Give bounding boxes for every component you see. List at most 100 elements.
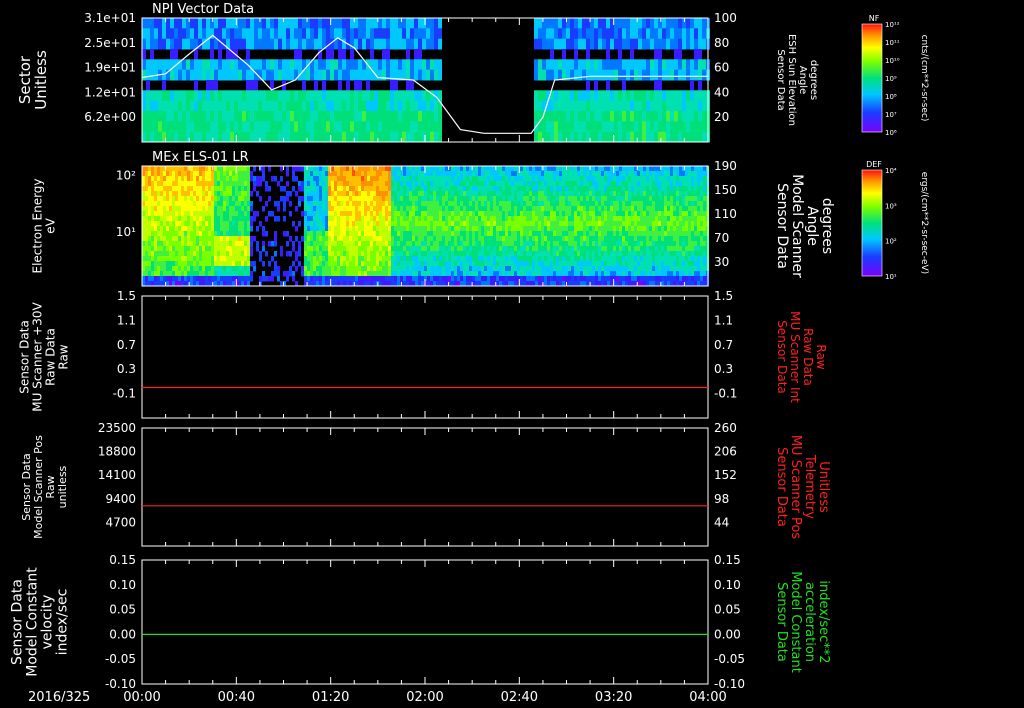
heatmap-cell <box>604 196 607 202</box>
heatmap-cell <box>427 271 430 277</box>
heatmap-cell <box>571 201 574 207</box>
heatmap-cell <box>583 276 586 282</box>
heatmap-cell <box>442 226 445 232</box>
heatmap-cell <box>493 211 496 217</box>
heatmap-cell <box>586 271 589 277</box>
heatmap-cell <box>169 276 172 282</box>
heatmap-cell <box>427 166 430 172</box>
heatmap-cell <box>457 166 460 172</box>
heatmap-cell <box>406 18 410 29</box>
heatmap-cell <box>550 171 553 177</box>
heatmap-cell <box>376 211 379 217</box>
heatmap-cell <box>211 276 214 282</box>
heatmap-cell <box>412 226 415 232</box>
heatmap-cell <box>205 271 208 277</box>
heatmap-cell <box>394 80 398 91</box>
heatmap-cell <box>241 221 244 227</box>
heatmap-cell <box>698 49 702 60</box>
heatmap-cell <box>547 246 550 252</box>
heatmap-cell <box>334 191 337 197</box>
heatmap-cell <box>601 221 604 227</box>
heatmap-cell <box>229 216 232 222</box>
heatmap-cell <box>475 236 478 242</box>
heatmap-cell <box>406 181 409 187</box>
heatmap-cell <box>640 271 643 277</box>
heatmap-cell <box>614 69 618 81</box>
heatmap-cell <box>412 231 415 237</box>
heatmap-cell <box>511 241 514 247</box>
heatmap-cell <box>250 221 253 227</box>
heatmap-cell <box>355 171 358 177</box>
heatmap-cell <box>631 201 634 207</box>
heatmap-cell <box>211 261 214 267</box>
heatmap-cell <box>466 171 469 177</box>
heatmap-cell <box>566 90 570 102</box>
heatmap-cell <box>481 251 484 257</box>
heatmap-cell <box>634 211 637 217</box>
heatmap-cell <box>466 186 469 192</box>
heatmap-cell <box>178 196 181 202</box>
heatmap-cell <box>606 49 610 60</box>
heatmap-cell <box>514 166 517 172</box>
heatmap-cell <box>172 246 175 252</box>
heatmap-cell <box>163 266 166 272</box>
heatmap-cell <box>631 166 634 172</box>
heatmap-cell <box>478 166 481 172</box>
heatmap-cell <box>316 201 319 207</box>
heatmap-cell <box>223 231 226 237</box>
heatmap-cell <box>454 261 457 267</box>
heatmap-cell <box>250 176 253 182</box>
heatmap-cell <box>484 236 487 242</box>
heatmap-cell <box>397 251 400 257</box>
heatmap-cell <box>502 206 505 212</box>
heatmap-cell <box>544 221 547 227</box>
heatmap-cell <box>448 206 451 212</box>
heatmap-cell <box>202 206 205 212</box>
heatmap-cell <box>670 38 674 50</box>
heatmap-cell <box>367 181 370 187</box>
heatmap-cell <box>598 191 601 197</box>
heatmap-cell <box>630 90 634 102</box>
heatmap-cell <box>160 251 163 257</box>
heatmap-cell <box>487 236 490 242</box>
heatmap-cell <box>178 18 182 29</box>
heatmap-cell <box>556 166 559 172</box>
heatmap-cell <box>322 111 326 122</box>
heatmap-cell <box>541 261 544 267</box>
heatmap-cell <box>484 176 487 182</box>
heatmap-cell <box>439 211 442 217</box>
heatmap-cell <box>550 181 553 187</box>
heatmap-cell <box>610 241 613 247</box>
heatmap-cell <box>385 191 388 197</box>
heatmap-cell <box>568 276 571 282</box>
heatmap-cell <box>424 246 427 252</box>
heatmap-cell <box>254 131 258 143</box>
heatmap-cell <box>550 191 553 197</box>
heatmap-cell <box>427 261 430 267</box>
heatmap-cell <box>244 231 247 237</box>
heatmap-cell <box>430 201 433 207</box>
heatmap-cell <box>241 201 244 207</box>
heatmap-cell <box>436 191 439 197</box>
heatmap-cell <box>478 181 481 187</box>
heatmap-cell <box>352 226 355 232</box>
heatmap-cell <box>426 38 430 50</box>
heatmap-cell <box>280 251 283 257</box>
heatmap-cell <box>619 176 622 182</box>
heatmap-cell <box>496 236 499 242</box>
heatmap-cell <box>247 256 250 262</box>
heatmap-cell <box>310 241 313 247</box>
heatmap-cell <box>430 216 433 222</box>
heatmap-cell <box>436 196 439 202</box>
heatmap-cell <box>457 211 460 217</box>
heatmap-cell <box>628 206 631 212</box>
heatmap-cell <box>616 246 619 252</box>
heatmap-cell <box>406 271 409 277</box>
heatmap-cell <box>508 241 511 247</box>
heatmap-cell <box>388 231 391 237</box>
heatmap-cell <box>307 206 310 212</box>
heatmap-cell <box>640 276 643 282</box>
heatmap-cell <box>421 266 424 272</box>
heatmap-cell <box>223 211 226 217</box>
heatmap-cell <box>241 256 244 262</box>
